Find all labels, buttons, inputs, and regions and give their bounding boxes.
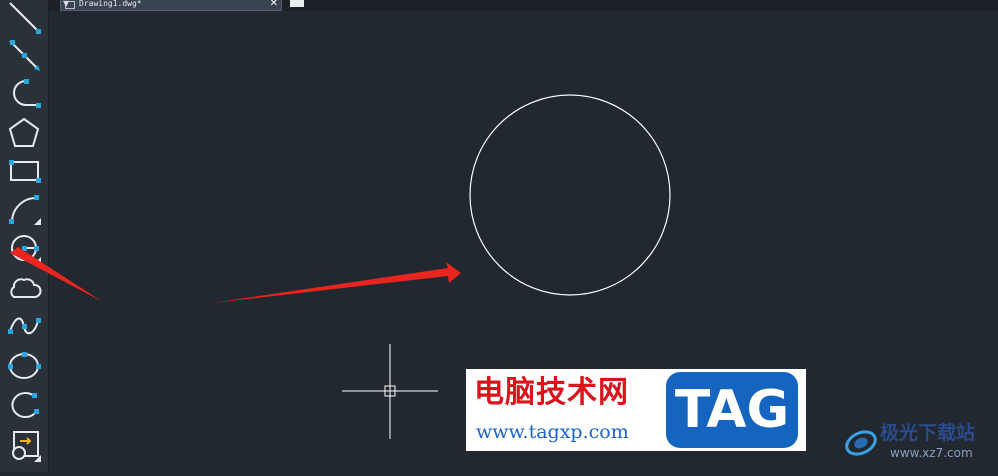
- revision-cloud-tool-icon: [10, 278, 42, 298]
- rectangle-tool-button[interactable]: [4, 153, 44, 189]
- ellipse-arc-tool-button[interactable]: [4, 387, 44, 423]
- spline-tool-button[interactable]: [4, 308, 44, 344]
- draw-toolbar: [0, 0, 49, 472]
- polygon-tool-icon: [8, 117, 40, 147]
- tag-logo: TAG: [666, 372, 798, 448]
- circle-tool-icon: [11, 235, 41, 264]
- polygon-tool-button[interactable]: [4, 115, 44, 151]
- arc-tool-button[interactable]: [4, 191, 44, 227]
- new-tab-button[interactable]: [290, 0, 304, 7]
- watermark-site-name: 极光下载站: [880, 422, 976, 444]
- drawn-circle[interactable]: [469, 94, 671, 296]
- site-banner: 电脑技术网 www.tagxp.com TAG: [466, 369, 806, 451]
- revision-cloud-tool-button[interactable]: [4, 270, 44, 306]
- corner-watermark: 极光下载站 www.xz7.com: [842, 418, 998, 472]
- polyline-tool-button[interactable]: [4, 76, 44, 112]
- watermark-logo-icon: [845, 430, 877, 456]
- watermark-site-url: www.xz7.com: [890, 446, 973, 460]
- document-tab-label: Drawing1.dwg*: [79, 0, 142, 8]
- construction-line-tool-button[interactable]: [4, 38, 44, 74]
- rectangle-tool-icon: [9, 160, 41, 183]
- banner-site-url: www.tagxp.com: [476, 421, 629, 443]
- close-icon[interactable]: ✕: [270, 0, 278, 10]
- document-tab-strip: ▼ Drawing1.dwg* ✕: [48, 0, 998, 11]
- insert-block-tool-button[interactable]: [4, 428, 44, 464]
- polyline-tool-icon: [13, 79, 41, 108]
- ellipse-arc-tool-icon: [11, 392, 39, 419]
- crosshair-cursor: [342, 344, 438, 439]
- arc-tool-icon: [9, 195, 41, 225]
- document-tab[interactable]: ▼ Drawing1.dwg* ✕: [60, 0, 282, 11]
- construction-line-tool-icon: [9, 40, 40, 71]
- tab-dropdown-icon[interactable]: ▼: [63, 0, 69, 9]
- circle-tool-button[interactable]: [4, 230, 44, 266]
- tag-logo-text: TAG: [674, 380, 790, 440]
- banner-site-name: 电脑技术网: [474, 375, 629, 410]
- spline-tool-icon: [8, 317, 41, 335]
- insert-block-tool-icon: [12, 431, 41, 462]
- ellipse-tool-button[interactable]: [4, 347, 44, 383]
- line-tool-button[interactable]: [4, 0, 44, 36]
- ellipse-tool-icon: [8, 352, 41, 379]
- line-tool-icon: [9, 2, 41, 34]
